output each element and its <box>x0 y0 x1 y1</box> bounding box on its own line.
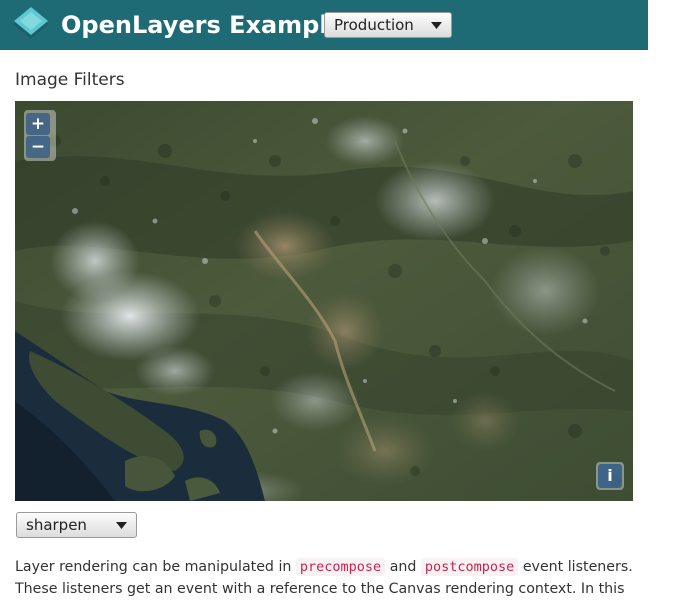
description-text: Layer rendering can be manipulated in <box>15 559 296 575</box>
zoom-controls: + − <box>24 110 56 161</box>
brand-title[interactable]: OpenLayers Examples <box>61 9 358 41</box>
zoom-out-button[interactable]: − <box>26 136 50 158</box>
example-description: Layer rendering can be manipulated in pr… <box>15 556 645 600</box>
version-select[interactable]: Production <box>324 12 452 38</box>
description-text: and <box>385 559 421 575</box>
navbar: OpenLayers Examples Production <box>0 0 648 50</box>
filter-select-value: sharpen <box>26 516 87 534</box>
attribution-button[interactable]: i <box>596 462 624 490</box>
code-postcompose: postcompose <box>420 558 519 576</box>
triangle-down-icon <box>116 522 127 529</box>
openlayers-logo-icon[interactable] <box>11 6 51 44</box>
info-icon: i <box>598 464 622 488</box>
filter-select[interactable]: sharpen <box>16 512 137 538</box>
zoom-in-button[interactable]: + <box>26 113 50 135</box>
page-title: Image Filters <box>15 70 125 90</box>
map-viewport[interactable] <box>15 101 633 501</box>
satellite-imagery <box>15 101 633 501</box>
triangle-down-icon <box>431 22 442 29</box>
code-precompose: precompose <box>295 558 386 576</box>
version-select-value: Production <box>334 16 414 34</box>
